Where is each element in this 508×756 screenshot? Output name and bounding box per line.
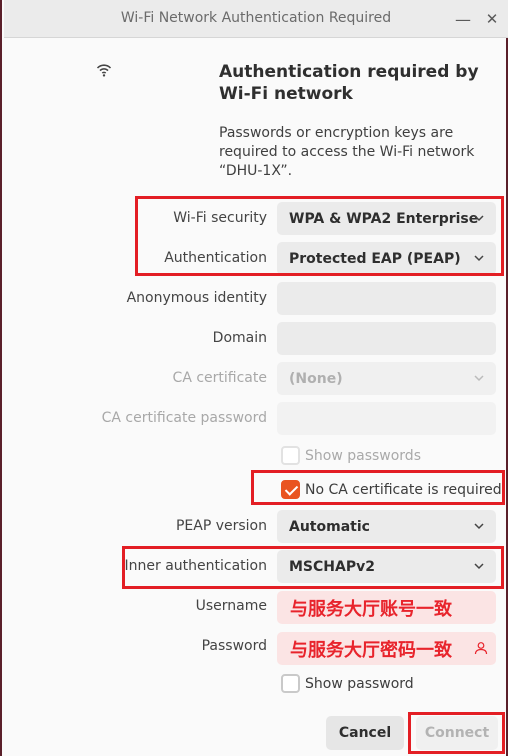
show-passwords-checkbox[interactable]	[281, 446, 300, 465]
anonymous-identity-label: Anonymous identity	[126, 290, 267, 306]
ca-certificate-value: (None)	[289, 370, 343, 387]
window-title: Wi-Fi Network Authentication Required	[120, 10, 392, 26]
connect-button[interactable]: Connect	[416, 716, 498, 750]
password-value: 与服务大厅密码一致	[290, 639, 452, 661]
wifi-security-label: Wi-Fi security	[173, 210, 267, 226]
domain-label: Domain	[212, 330, 267, 346]
cancel-button[interactable]: Cancel	[326, 716, 404, 750]
wifi-security-value: WPA & WPA2 Enterprise	[289, 210, 479, 227]
show-password-checkbox-row[interactable]: Show password	[281, 674, 414, 693]
chevron-down-icon	[474, 215, 484, 222]
wifi-icon	[96, 64, 112, 77]
username-value: 与服务大厅账号一致	[290, 598, 452, 620]
person-icon[interactable]	[474, 641, 488, 655]
ca-certificate-dropdown[interactable]: (None)	[277, 362, 496, 395]
no-ca-required-label: No CA certificate is required	[305, 481, 502, 498]
chevron-down-icon	[474, 375, 484, 382]
inner-authentication-dropdown[interactable]: MSCHAPv2	[277, 550, 496, 583]
show-passwords-checkbox-row[interactable]: Show passwords	[281, 446, 421, 465]
peap-version-dropdown[interactable]: Automatic	[277, 510, 496, 543]
authentication-dropdown[interactable]: Protected EAP (PEAP)	[277, 242, 496, 275]
no-ca-required-checkbox-row[interactable]: No CA certificate is required	[281, 480, 502, 499]
username-label: Username	[195, 598, 267, 614]
authentication-value: Protected EAP (PEAP)	[289, 250, 461, 267]
inner-authentication-label: Inner authentication	[124, 558, 267, 574]
wifi-security-dropdown[interactable]: WPA & WPA2 Enterprise	[277, 202, 496, 235]
ca-certificate-password-input[interactable]	[277, 402, 496, 435]
close-button[interactable]: ✕	[482, 9, 502, 29]
dialog-heading: Authentication required by Wi-Fi network	[219, 62, 479, 104]
dialog-window: Wi-Fi Network Authentication Required — …	[0, 0, 508, 756]
password-input[interactable]: 与服务大厅密码一致	[277, 632, 496, 665]
username-input[interactable]: 与服务大厅账号一致	[277, 591, 496, 624]
chevron-down-icon	[474, 563, 484, 570]
inner-authentication-value: MSCHAPv2	[289, 558, 375, 575]
chevron-down-icon	[474, 255, 484, 262]
authentication-label: Authentication	[164, 250, 267, 266]
show-password-label: Show password	[305, 675, 414, 692]
chevron-down-icon	[474, 523, 484, 530]
domain-input[interactable]	[277, 322, 496, 355]
anonymous-identity-input[interactable]	[277, 282, 496, 315]
minimize-button[interactable]: —	[453, 9, 473, 29]
dialog-description: Passwords or encryption keys are require…	[219, 125, 475, 179]
peap-version-label: PEAP version	[175, 518, 267, 534]
no-ca-required-checkbox[interactable]	[281, 480, 300, 499]
show-password-checkbox[interactable]	[281, 674, 300, 693]
show-passwords-label: Show passwords	[305, 447, 421, 464]
title-bar: Wi-Fi Network Authentication Required — …	[4, 0, 508, 38]
ca-certificate-label: CA certificate	[172, 370, 267, 386]
ca-certificate-password-label: CA certificate password	[101, 410, 267, 426]
peap-version-value: Automatic	[289, 518, 370, 535]
password-label: Password	[201, 638, 267, 654]
